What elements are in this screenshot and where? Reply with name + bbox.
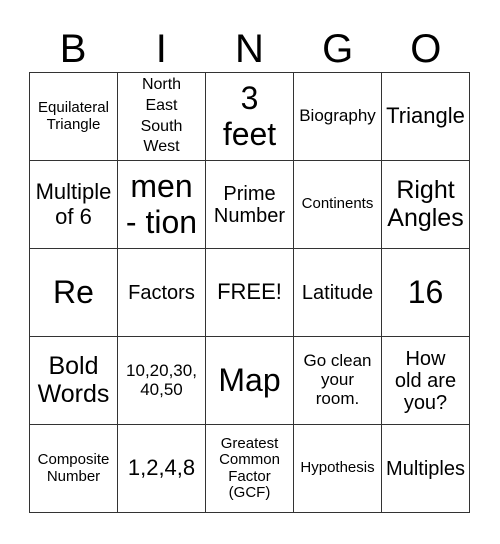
bingo-cell[interactable]: 1,2,4,8 bbox=[117, 424, 206, 513]
bingo-cell[interactable]: How old are you? bbox=[381, 336, 470, 425]
bingo-cell[interactable]: Prime Number bbox=[205, 160, 294, 249]
bingo-cell[interactable]: Latitude bbox=[293, 248, 382, 337]
bingo-cell[interactable]: Greatest Common Factor (GCF) bbox=[205, 424, 294, 513]
grid-row: Equilateral Triangle North East South We… bbox=[29, 72, 470, 161]
grid-row: Bold Words 10,20,30, 40,50 Map Go clean … bbox=[29, 336, 470, 425]
bingo-cell[interactable]: 3 feet bbox=[205, 72, 294, 161]
bingo-cell[interactable]: Factors bbox=[117, 248, 206, 337]
grid-row: Re Factors FREE! Latitude 16 bbox=[29, 248, 470, 337]
bingo-cell[interactable]: North East South West bbox=[117, 72, 206, 161]
header-letter-i: I bbox=[155, 27, 167, 71]
free-space-cell[interactable]: FREE! bbox=[205, 248, 294, 337]
bingo-cell[interactable]: Equilateral Triangle bbox=[29, 72, 118, 161]
bingo-cell[interactable]: Hypothesis bbox=[293, 424, 382, 513]
bingo-cell[interactable]: Triangle bbox=[381, 72, 470, 161]
bingo-cell[interactable]: 16 bbox=[381, 248, 470, 337]
header-letter-n: N bbox=[235, 27, 264, 71]
bingo-cell[interactable]: Composite Number bbox=[29, 424, 118, 513]
bingo-cell[interactable]: Right Angles bbox=[381, 160, 470, 249]
bingo-header: B I N G O bbox=[29, 26, 470, 72]
grid-row: Multiple of 6 men - tion Prime Number Co… bbox=[29, 160, 470, 249]
bingo-cell[interactable]: Map bbox=[205, 336, 294, 425]
bingo-cell[interactable]: men - tion bbox=[117, 160, 206, 249]
header-letter-b: B bbox=[59, 27, 87, 71]
bingo-cell[interactable]: Multiples bbox=[381, 424, 470, 513]
bingo-cell[interactable]: 10,20,30, 40,50 bbox=[117, 336, 206, 425]
header-letter-o: O bbox=[410, 27, 442, 71]
bingo-cell[interactable]: Continents bbox=[293, 160, 382, 249]
bingo-cell[interactable]: Multiple of 6 bbox=[29, 160, 118, 249]
bingo-cell[interactable]: Go clean your room. bbox=[293, 336, 382, 425]
header-letter-g: G bbox=[322, 27, 354, 71]
bingo-grid: Equilateral Triangle North East South We… bbox=[29, 72, 470, 513]
bingo-cell[interactable]: Bold Words bbox=[29, 336, 118, 425]
grid-row: Composite Number 1,2,4,8 Greatest Common… bbox=[29, 424, 470, 513]
bingo-cell[interactable]: Biography bbox=[293, 72, 382, 161]
bingo-cell[interactable]: Re bbox=[29, 248, 118, 337]
